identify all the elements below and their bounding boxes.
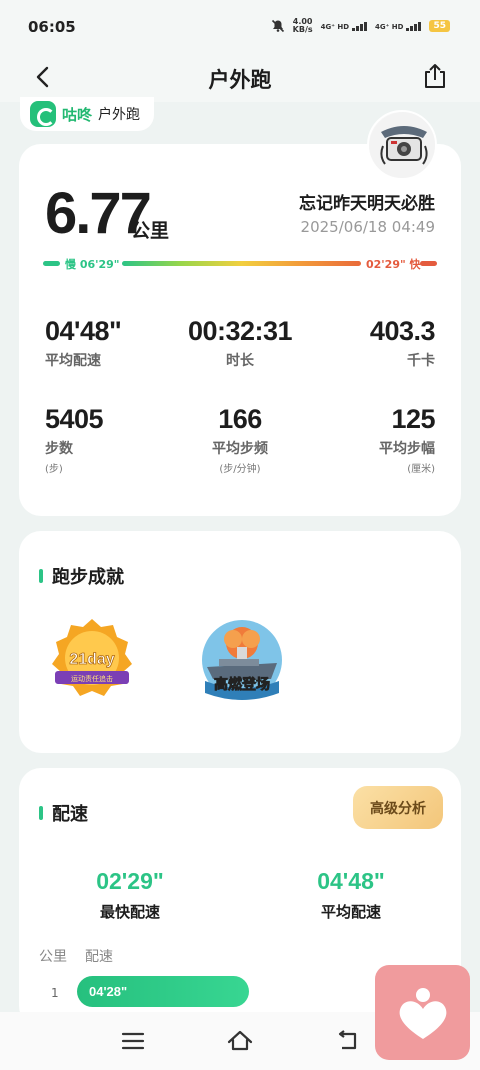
share-icon[interactable]	[422, 62, 448, 90]
stat-unit: (步/分钟)	[219, 464, 261, 475]
menu-icon[interactable]	[120, 1028, 146, 1054]
stat-stride: 125 平均步幅 (厘米)	[295, 404, 436, 475]
badge-carrier-icon[interactable]: 高燃登场	[199, 617, 285, 703]
average-pace: 04'48" 平均配速	[251, 868, 451, 922]
header-pace: 配速	[85, 949, 113, 965]
achievements-card: 跑步成就 21day 运动责任追击 高燃登场	[19, 531, 461, 753]
stat-cadence: 166 平均步频 (步/分钟)	[170, 404, 310, 475]
average-pace-label: 平均配速	[320, 903, 381, 921]
pace-gradient-bar	[122, 261, 361, 266]
stat-steps: 5405 步数 (步)	[45, 404, 185, 475]
heart-person-icon	[399, 987, 446, 1039]
fast-pace-label: 02'29" 快	[366, 258, 421, 271]
run-datetime: 2025/06/18 04:49	[300, 218, 435, 236]
stat-calories: 403.3 千卡	[295, 316, 436, 370]
battery-icon: 55	[429, 20, 450, 32]
pace-scale: 慢 06'29" 02'29" 快	[43, 254, 437, 272]
average-pace-value: 04'48"	[317, 868, 385, 894]
achievements-title: 跑步成就	[39, 563, 124, 589]
stat-value: 5405	[45, 404, 104, 434]
distance-unit: 公里	[131, 220, 170, 242]
brand-tag: 咕咚 户外跑	[20, 97, 155, 131]
stat-label: 步数	[45, 441, 73, 457]
fastest-pace-label: 最快配速	[99, 903, 160, 921]
table-row-pace-bar: 04'28"	[77, 976, 249, 1007]
summary-card: 6.77 公里 忘记昨天明天必胜 2025/06/18 04:49 慢 06'2…	[19, 144, 461, 516]
stat-duration: 00:32:31 时长	[170, 316, 310, 370]
status-bar: 06:05 4.00 KB/s 4G⁺ HD 4G⁺ HD 55	[0, 0, 480, 52]
badge-21day-ribbon: 运动责任追击	[71, 674, 113, 683]
stat-value: 00:32:31	[187, 316, 293, 346]
fastest-pace-value: 02'29"	[96, 868, 164, 894]
fast-dash	[420, 261, 437, 266]
signal-sim2-icon: 4G⁺ HD	[375, 21, 422, 31]
brand-name: 咕咚	[62, 105, 93, 124]
section-bar	[39, 806, 43, 820]
stat-label: 平均步频	[212, 441, 268, 457]
table-row-pace: 04'28"	[89, 984, 128, 999]
stat-value: 125	[391, 404, 435, 434]
table-row-km: 1	[51, 986, 59, 1000]
badge-21day-icon[interactable]: 21day 运动责任追击	[49, 617, 135, 703]
user-avatar[interactable]	[367, 110, 437, 180]
status-icons: 4.00 KB/s 4G⁺ HD 4G⁺ HD 55	[271, 18, 450, 34]
sim2-label: 4G⁺ HD	[375, 22, 404, 31]
stat-avg-pace: 04'48" 平均配速	[45, 316, 185, 370]
network-speed: 4.00 KB/s	[293, 18, 313, 34]
stat-label: 平均配速	[45, 353, 101, 369]
slow-pace-label: 慢 06'29"	[65, 258, 120, 271]
title-bar: 户外跑	[0, 52, 480, 102]
mute-icon	[271, 19, 284, 33]
status-time: 06:05	[28, 18, 76, 36]
stat-value: 403.3	[369, 316, 436, 346]
stat-label: 时长	[226, 353, 254, 369]
sim1-label: 4G⁺ HD	[320, 22, 350, 31]
section-title-text: 跑步成就	[52, 567, 124, 588]
network-speed-unit: KB/s	[292, 25, 313, 34]
stat-label: 平均步幅	[379, 441, 435, 457]
page-title: 户外跑	[208, 68, 272, 92]
brand-subtitle: 户外跑	[98, 107, 141, 123]
fastest-pace: 02'29" 最快配速	[30, 868, 230, 922]
run-name: 忘记昨天明天必胜	[299, 194, 435, 214]
home-icon[interactable]	[227, 1028, 253, 1054]
floating-heart-button[interactable]	[375, 965, 470, 1060]
section-bar	[39, 569, 43, 583]
header-km: 公里	[39, 949, 67, 965]
slow-dash	[43, 261, 60, 266]
stat-value: 166	[218, 404, 262, 434]
stat-unit: (厘米)	[407, 464, 435, 475]
back-icon[interactable]	[334, 1028, 360, 1054]
signal-sim1-icon: 4G⁺ HD	[320, 21, 368, 31]
pace-title: 配速	[39, 800, 88, 826]
pace-table-header: 公里 配速	[39, 946, 113, 966]
stat-unit: (步)	[45, 464, 63, 475]
codoon-logo-icon	[30, 101, 56, 127]
badge-carrier-text: 高燃登场	[214, 676, 270, 693]
stat-label: 千卡	[407, 353, 435, 369]
section-title-text: 配速	[52, 804, 88, 825]
advanced-analysis-button[interactable]: 高级分析	[353, 786, 443, 829]
stat-value: 04'48"	[45, 316, 122, 346]
badge-21day-text: 21day	[69, 651, 114, 668]
